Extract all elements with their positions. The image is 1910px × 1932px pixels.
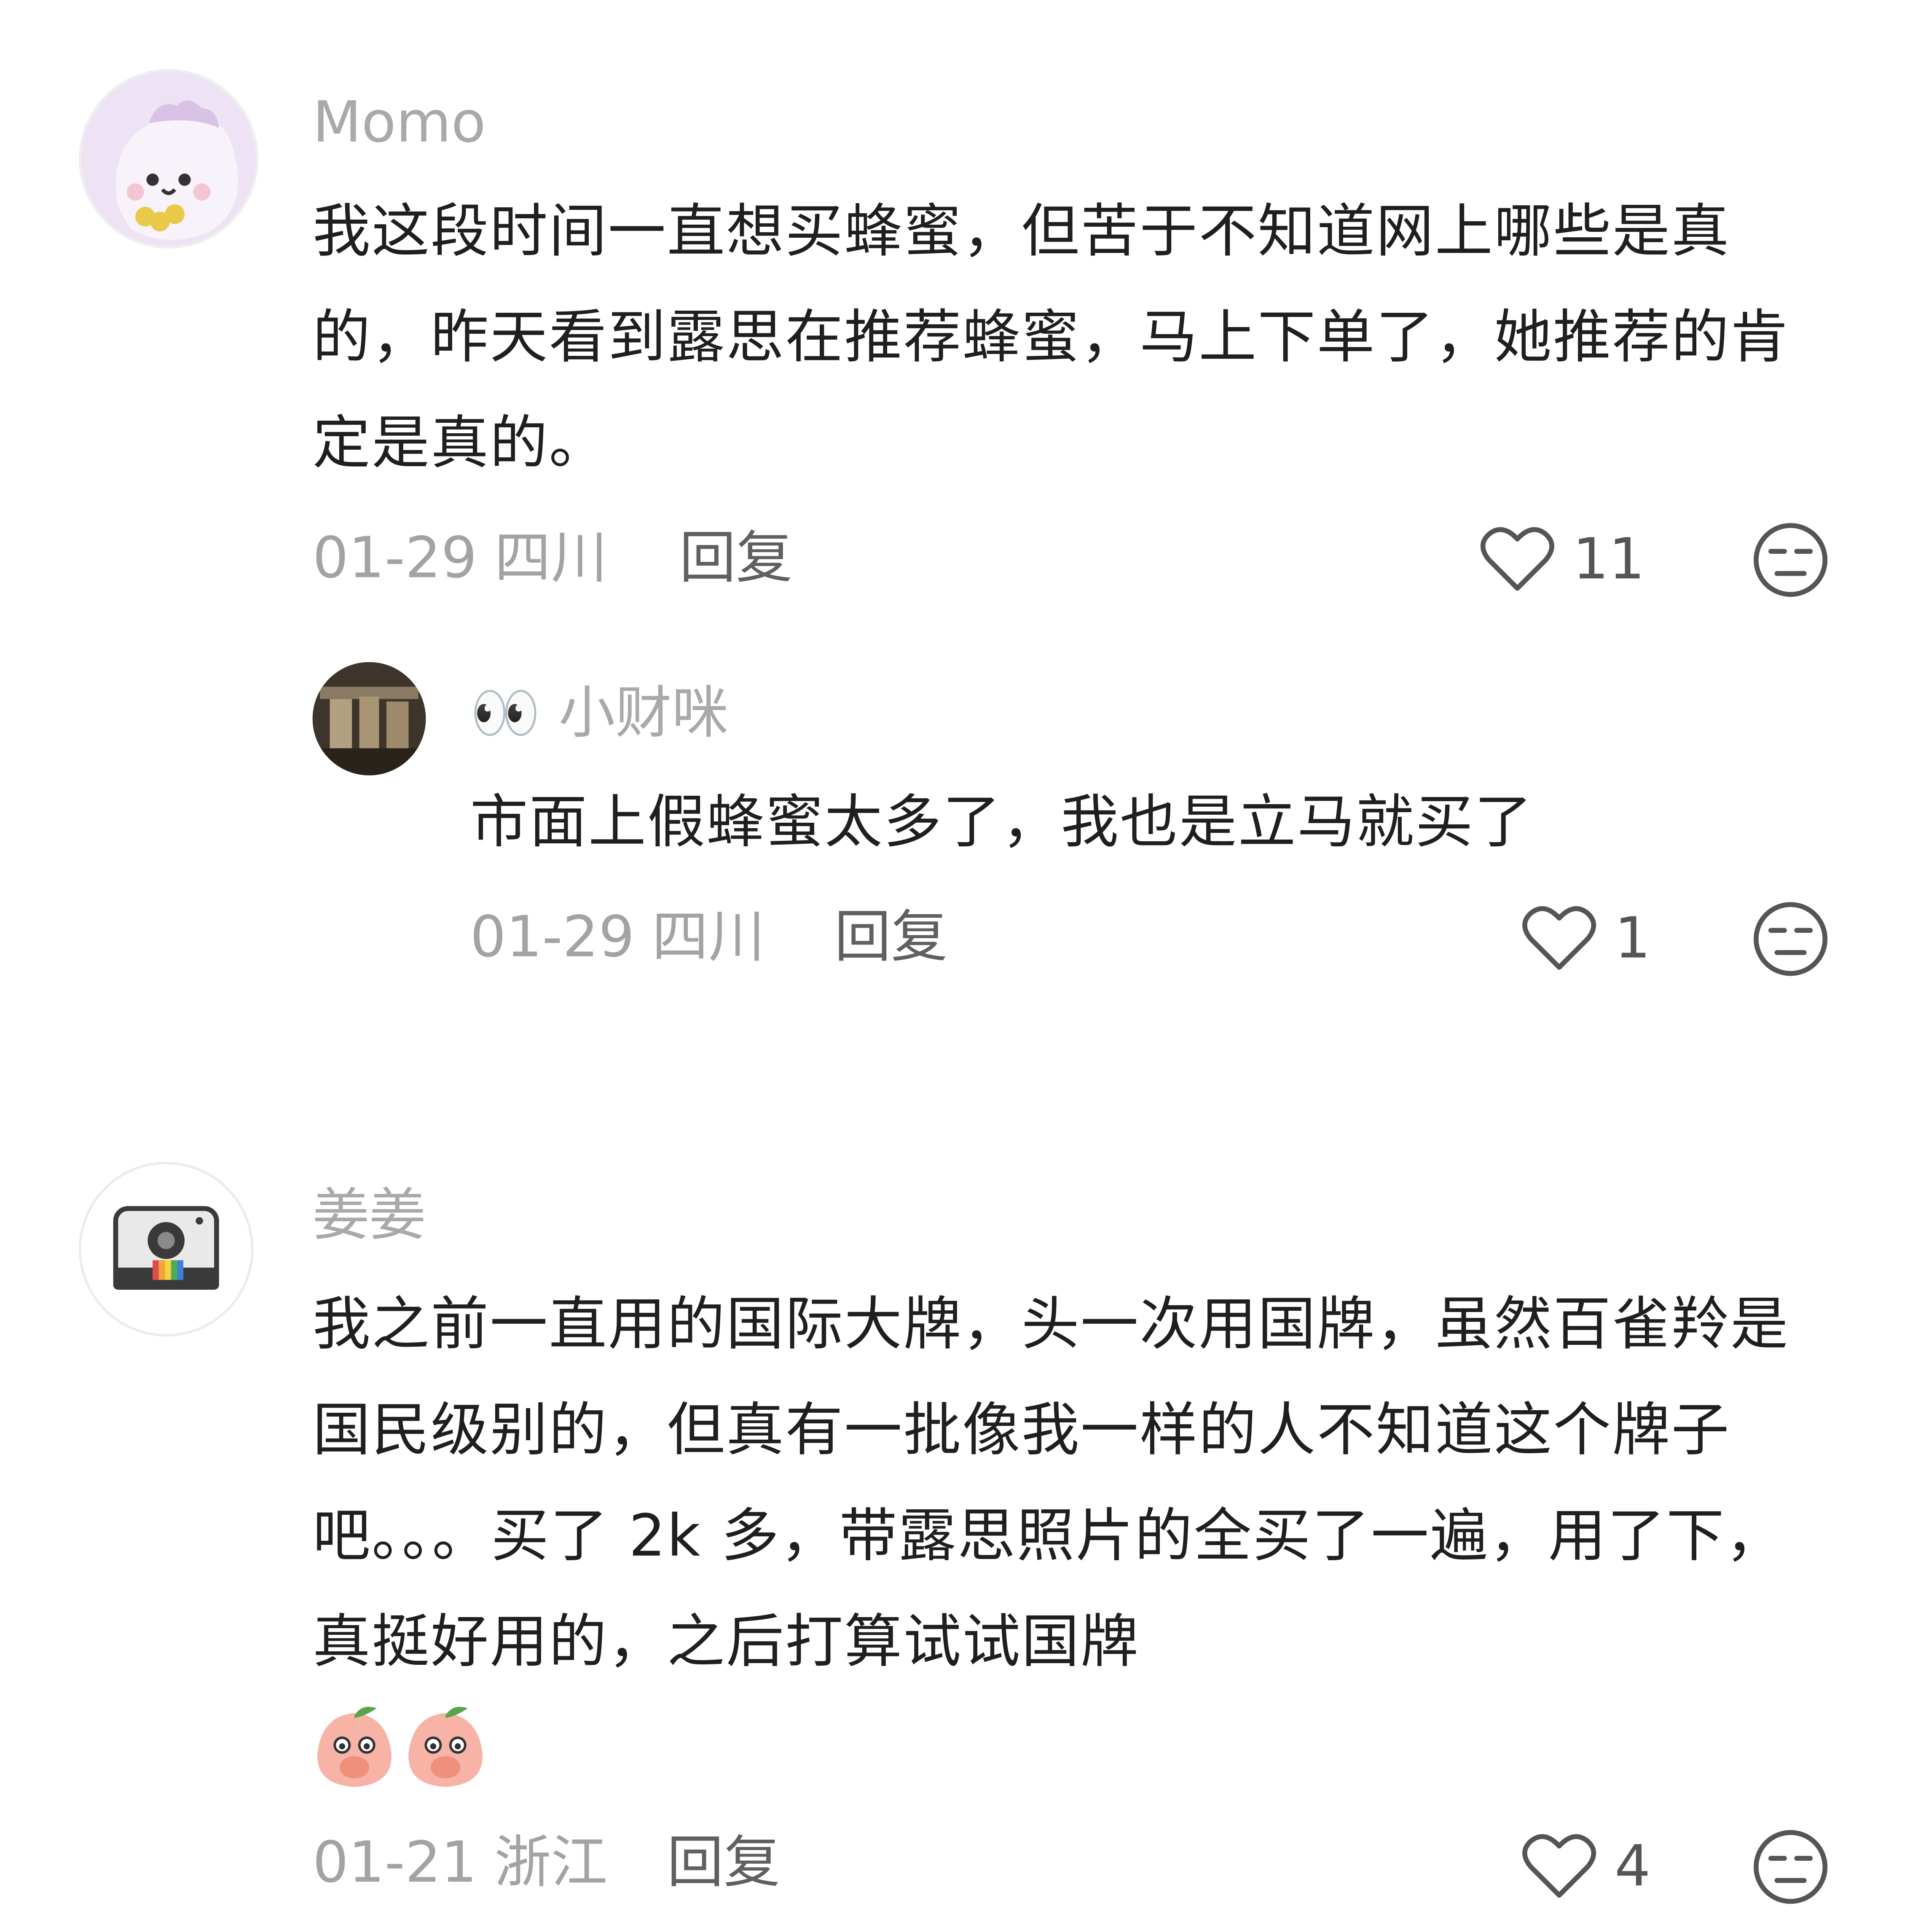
peach-covering-mouth-emoji: [408, 1707, 483, 1787]
heart-outline-icon: [1480, 527, 1554, 591]
avatar-image: [81, 71, 256, 246]
like-button[interactable]: 4: [1521, 1829, 1651, 1902]
reply-username[interactable]: 👀 小财咪: [470, 684, 728, 741]
meh-face-icon[interactable]: [1752, 901, 1829, 977]
comment-username[interactable]: 姜姜: [313, 1186, 426, 1243]
emoji-row: [313, 1703, 488, 1789]
meh-face-icon[interactable]: [1752, 522, 1829, 598]
reply-button[interactable]: 回复: [667, 1834, 781, 1890]
peach-covering-mouth-emoji: [317, 1707, 392, 1787]
heart-outline-icon: [1522, 1834, 1596, 1898]
camera-avatar-icon: [113, 1206, 219, 1290]
like-count: 4: [1615, 1832, 1651, 1899]
comment-date: 01-21: [312, 1829, 478, 1895]
like-button[interactable]: 1: [1521, 901, 1651, 974]
comment-location: 浙江: [494, 1829, 608, 1895]
reply-avatar[interactable]: [312, 662, 426, 775]
avatar[interactable]: [78, 1162, 254, 1337]
comment-text: 我之前一直用的国际大牌，头一次用国牌，虽然百雀羚是国民级别的，但真有一批像我一样…: [312, 1291, 1789, 1677]
reply-text: 市面上假蜂蜜太多了，我也是立马就买了: [470, 789, 1534, 857]
like-count: 11: [1572, 525, 1645, 592]
comment-text: 我这段时间一直想买蜂蜜，但苦于不知道网上哪些是真的，昨天看到露思在推荐蜂蜜，马上…: [312, 198, 1789, 478]
comment-location: 四川: [494, 524, 608, 591]
comment-username[interactable]: Momo: [313, 94, 486, 150]
avatar[interactable]: [78, 69, 259, 249]
reply-location: 四川: [652, 903, 765, 970]
meh-face-icon[interactable]: [1752, 1829, 1829, 1905]
reply-date: 01-29: [470, 903, 635, 970]
comment-date: 01-29: [312, 524, 478, 591]
comment-list: Momo 我这段时间一直想买蜂蜜，但苦于不知道网上哪些是真的，昨天看到露思在推荐…: [0, 0, 1910, 1932]
reply-button[interactable]: 回复: [834, 908, 948, 965]
heart-outline-icon: [1522, 906, 1596, 970]
like-button[interactable]: 11: [1479, 522, 1645, 596]
reply-avatar-image: [312, 662, 426, 775]
like-count: 1: [1615, 904, 1651, 971]
comment-meta: 01-21 浙江: [313, 1834, 608, 1890]
reply-meta: 01-29 四川: [470, 908, 765, 965]
reply-button[interactable]: 回复: [679, 529, 793, 586]
comment-meta: 01-29 四川: [313, 529, 608, 586]
